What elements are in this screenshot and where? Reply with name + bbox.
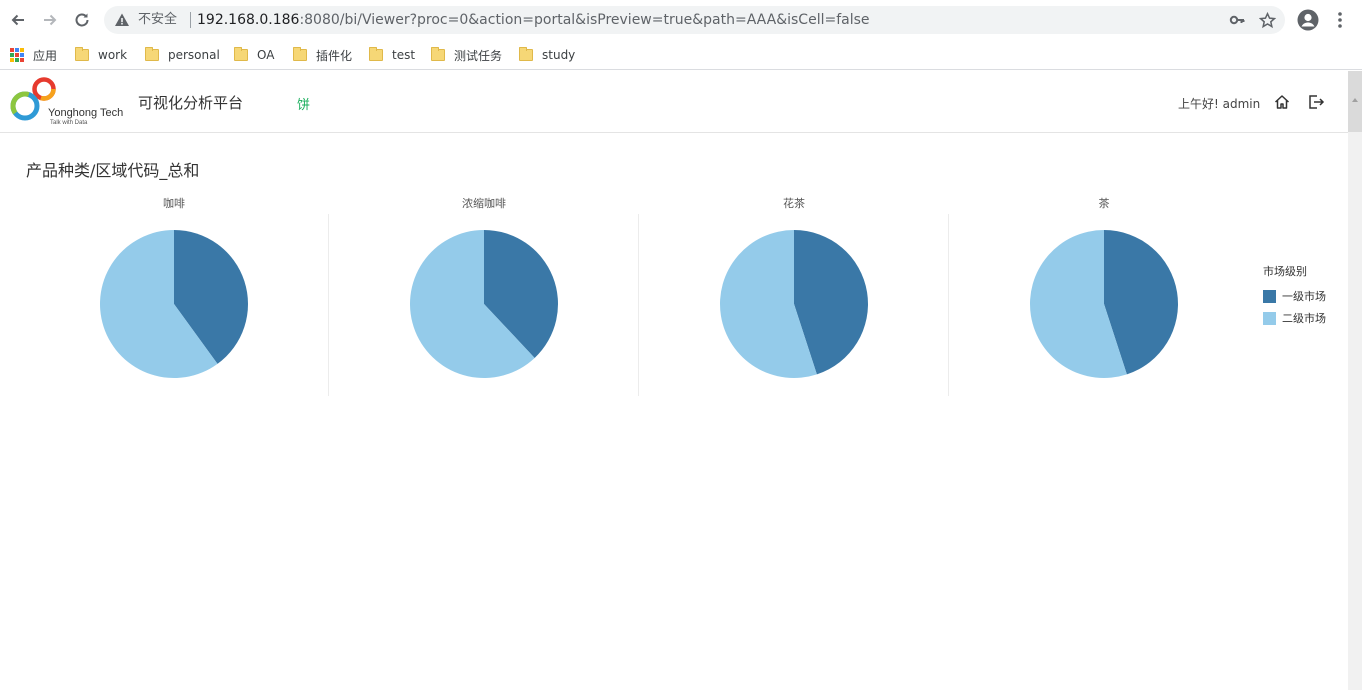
pie-facet-coffee: 咖啡 [19,190,329,396]
bookmark-label: OA [257,48,275,62]
legend-title: 市场级别 [1263,265,1307,278]
address-bar[interactable]: 不安全 192.168.0.186:8080/bi/Viewer?proc=0&… [104,6,1285,34]
bookmark-label: personal [168,48,220,62]
folder-icon [431,47,445,61]
chart-legend: 市场级别 一级市场 二级市场 [1263,263,1348,329]
bookmark-label: 插件化 [316,48,353,63]
forward-button[interactable] [38,8,62,32]
key-icon[interactable] [1228,11,1246,29]
report-title: 产品种类/区域代码_总和 [26,161,200,180]
bookmark-test[interactable]: test [369,44,415,66]
pie-chart [410,230,558,378]
kebab-icon [1338,12,1342,28]
warning-icon [115,13,129,26]
bookmark-test-tasks[interactable]: 测试任务 [431,44,502,66]
yonghong-logo[interactable]: Yonghong Tech Talk with Data [10,75,134,129]
platform-title: 可视化分析平台 [138,94,244,112]
menu-button[interactable] [1328,8,1352,32]
bookmark-label: study [542,48,576,62]
legend-item-primary[interactable]: 一级市场 [1263,285,1348,307]
avatar-icon [1297,9,1319,31]
legend-label: 一级市场 [1282,290,1326,303]
reload-icon [75,13,89,27]
folder-icon [369,47,383,61]
url-text[interactable]: 192.168.0.186:8080/bi/Viewer?proc=0&acti… [197,11,870,29]
star-icon[interactable] [1258,11,1276,29]
arrow-left-icon [11,14,24,26]
folder-icon [519,47,533,61]
address-divider [190,12,191,28]
pie-chart [1030,230,1178,378]
app-header: Yonghong Tech Talk with Data 可视化分析平台 饼 上… [0,71,1348,133]
folder-icon [293,47,307,61]
pie-chart [720,230,868,378]
logo-tagline: Talk with Data [50,120,88,126]
folder-icon [234,47,248,61]
pie-facet-espresso: 浓缩咖啡 [329,190,639,396]
pie-facet-herbal-tea: 花茶 [639,190,949,396]
bookmark-personal[interactable]: personal [145,44,220,66]
scroll-up-arrow-icon[interactable] [1352,98,1358,102]
folder-icon [75,47,89,61]
legend-swatch [1263,289,1276,303]
profile-button[interactable] [1296,8,1320,32]
bookmark-oa[interactable]: OA [234,44,274,66]
bookmark-plugin[interactable]: 插件化 [293,44,352,66]
apps-grid-icon [10,48,24,62]
user-greeting: 上午好! admin [1178,97,1261,111]
logo-name: Yonghong Tech [48,107,124,119]
arrow-right-icon [44,14,57,26]
url-path: :8080/bi/Viewer?proc=0&action=portal&isP… [299,12,870,28]
bookmark-study[interactable]: study [519,44,575,66]
url-host: 192.168.0.186 [197,12,300,28]
bookmark-work[interactable]: work [75,44,127,66]
pie-facet-tea: 茶 [949,190,1259,396]
legend-item-secondary[interactable]: 二级市场 [1263,307,1348,329]
logout-icon[interactable] [1307,93,1325,111]
folder-icon [145,47,159,61]
pie-chart [100,230,249,378]
tab-pie[interactable]: 饼 [297,94,310,113]
bookmarks-bar: 应用 work personal OA 插件化 test 测试任务 study [0,40,1362,70]
bookmark-label: work [98,48,128,62]
legend-swatch [1263,311,1276,325]
page-scrollbar[interactable] [1348,71,1362,690]
browser-toolbar: 不安全 192.168.0.186:8080/bi/Viewer?proc=0&… [0,0,1362,40]
legend-label: 二级市场 [1282,312,1326,325]
reload-button[interactable] [70,8,94,32]
bookmark-apps[interactable]: 应用 [10,44,57,66]
insecure-label: 不安全 [138,12,178,27]
home-icon[interactable] [1273,93,1291,111]
bookmark-label: 测试任务 [454,48,503,63]
back-button[interactable] [6,8,30,32]
bookmark-label: test [392,48,416,62]
bookmark-label: 应用 [33,48,58,63]
